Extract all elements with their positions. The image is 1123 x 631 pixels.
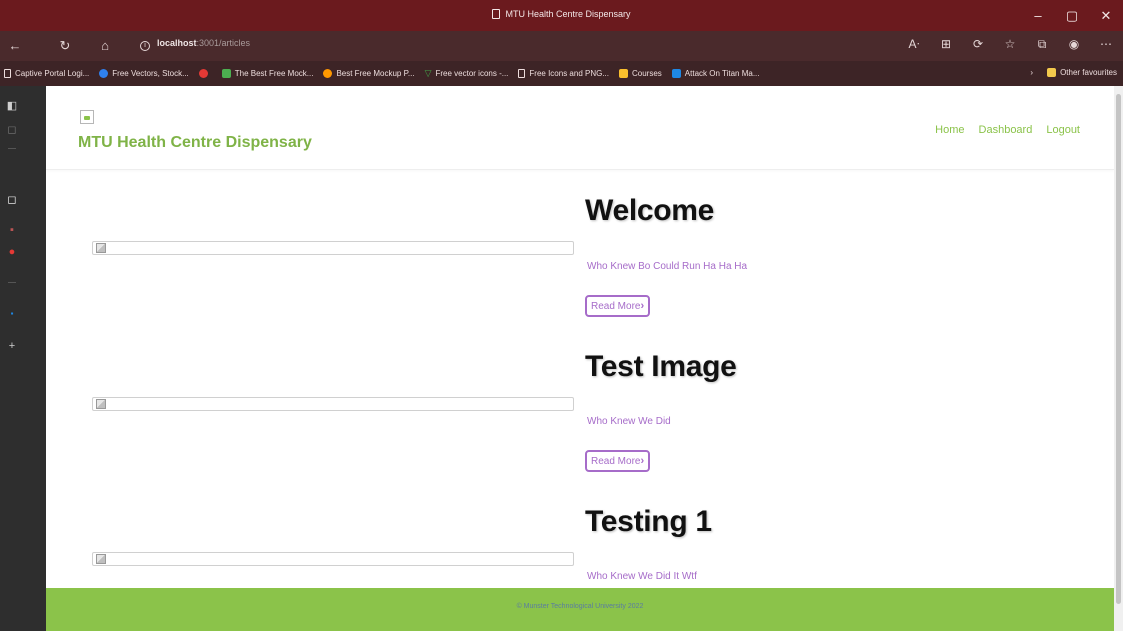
bookmark-favicon-icon bbox=[198, 69, 208, 78]
address-bar[interactable]: i localhost:3001/articles bbox=[140, 38, 250, 51]
minimize-icon[interactable]: – bbox=[1021, 0, 1055, 31]
article-description: Who Knew We Did It Wtf bbox=[587, 571, 697, 582]
tab-icon[interactable]: ● bbox=[6, 246, 18, 258]
bookmark[interactable]: Free Vectors, Stock... bbox=[99, 69, 189, 78]
article-image bbox=[92, 397, 574, 411]
window-title-bar: MTU Health Centre Dispensary – ▢ ✕ bbox=[0, 0, 1123, 31]
tab-actions-icon[interactable]: ◧ bbox=[6, 100, 18, 112]
bookmark-favicon-icon bbox=[323, 69, 333, 78]
site-brand[interactable]: MTU Health Centre Dispensary bbox=[78, 134, 312, 152]
close-icon[interactable]: ✕ bbox=[1089, 0, 1123, 31]
site-footer: © Munster Technological University 2022 bbox=[46, 588, 1114, 631]
site-header: MTU Health Centre Dispensary Home Dashbo… bbox=[46, 86, 1114, 170]
bookmark-favicon-icon bbox=[221, 69, 231, 78]
other-favourites[interactable]: Other favourites bbox=[1047, 68, 1117, 77]
article-image bbox=[92, 241, 574, 255]
back-icon[interactable]: ← bbox=[6, 37, 24, 55]
bookmark[interactable]: Attack On Titan Ma... bbox=[671, 69, 760, 78]
chevron-right-icon: › bbox=[640, 455, 645, 467]
read-aloud-icon[interactable]: Aᐧ bbox=[905, 37, 923, 52]
article-description: Who Knew Bo Could Run Ha Ha Ha bbox=[587, 261, 748, 272]
page-scrollbar[interactable] bbox=[1114, 86, 1123, 631]
bookmark[interactable]: Courses bbox=[619, 69, 662, 78]
document-icon bbox=[518, 69, 526, 78]
bookmark[interactable]: Best Free Mockup P... bbox=[323, 69, 415, 78]
read-more-button[interactable]: Read More› bbox=[585, 450, 651, 472]
scrollbar-thumb[interactable] bbox=[1116, 94, 1121, 604]
site-info-icon[interactable]: i bbox=[140, 41, 150, 51]
nav-logout-link[interactable]: Logout bbox=[1046, 124, 1080, 136]
tab-icon[interactable]: ▪ bbox=[6, 308, 18, 320]
bookmarks-overflow: › Other favourites bbox=[1030, 68, 1117, 77]
bookmark-favicon-icon bbox=[99, 69, 109, 78]
article-title: Testing 1 bbox=[585, 505, 712, 538]
logo-icon bbox=[80, 110, 94, 124]
article-title: Welcome bbox=[585, 194, 715, 227]
toolbar-actions: Aᐧ ⊞ ⟳ ☆ ⧉ ◉ ⋯ bbox=[905, 37, 1115, 52]
read-more-button[interactable]: Read More› bbox=[585, 295, 651, 317]
tab-icon[interactable]: ◻ bbox=[6, 124, 18, 136]
nav-dashboard-link[interactable]: Dashboard bbox=[979, 124, 1033, 136]
divider bbox=[8, 148, 16, 149]
broken-image-icon bbox=[96, 399, 106, 409]
vertical-tabs-sidebar: ◧ ◻ ◻ ▪ ● ▪ + bbox=[0, 86, 46, 631]
browser-toolbar: ← ↻ ⌂ i localhost:3001/articles Aᐧ ⊞ ⟳ ☆ … bbox=[0, 31, 1123, 61]
maximize-icon[interactable]: ▢ bbox=[1055, 0, 1089, 31]
bookmarks-bar: Captive Portal Logi... Free Vectors, Sto… bbox=[0, 61, 1123, 86]
article-title: Test Image bbox=[585, 350, 737, 383]
bookmark-favicon-icon bbox=[619, 69, 628, 78]
bookmark-favicon-icon bbox=[671, 69, 681, 78]
footer-copyright: © Munster Technological University 2022 bbox=[516, 603, 644, 610]
broken-image-icon bbox=[96, 554, 106, 564]
bookmark[interactable]: Captive Portal Logi... bbox=[4, 69, 89, 78]
nav-home-link[interactable]: Home bbox=[935, 124, 964, 136]
window-title: MTU Health Centre Dispensary bbox=[0, 9, 1123, 19]
more-icon[interactable]: ⋯ bbox=[1097, 37, 1115, 52]
page-viewport: MTU Health Centre Dispensary Home Dashbo… bbox=[46, 86, 1114, 631]
favourites-icon[interactable]: ☆ bbox=[1001, 37, 1019, 52]
new-tab-icon[interactable]: + bbox=[6, 340, 18, 352]
chevron-right-icon[interactable]: › bbox=[1030, 68, 1033, 77]
bookmark[interactable] bbox=[198, 69, 212, 78]
window-controls: – ▢ ✕ bbox=[1021, 0, 1123, 31]
divider bbox=[8, 282, 16, 283]
article-image bbox=[92, 552, 574, 566]
profile-icon[interactable]: ◉ bbox=[1065, 37, 1083, 52]
broken-image-icon bbox=[96, 243, 106, 253]
tab-icon[interactable]: ▪ bbox=[6, 224, 18, 236]
page-icon bbox=[492, 9, 501, 19]
collections-icon[interactable]: ⧉ bbox=[1033, 37, 1051, 52]
refresh-icon[interactable]: ↻ bbox=[56, 37, 74, 55]
bookmark[interactable]: Free Icons and PNG... bbox=[518, 69, 609, 78]
chevron-right-icon: › bbox=[640, 300, 645, 312]
refresh-page-icon[interactable]: ⟳ bbox=[969, 37, 987, 52]
triangle-favicon-icon: ▽ bbox=[424, 68, 432, 78]
folder-icon bbox=[1047, 68, 1057, 77]
site-nav: Home Dashboard Logout bbox=[935, 124, 1080, 136]
bookmark[interactable]: The Best Free Mock... bbox=[221, 69, 313, 78]
article-description: Who Knew We Did bbox=[587, 416, 671, 427]
home-icon[interactable]: ⌂ bbox=[96, 37, 114, 55]
bookmark[interactable]: ▽ Free vector icons -... bbox=[425, 68, 509, 79]
active-tab-icon[interactable]: ◻ bbox=[6, 194, 18, 206]
document-icon bbox=[4, 69, 11, 78]
app-available-icon[interactable]: ⊞ bbox=[937, 37, 955, 52]
